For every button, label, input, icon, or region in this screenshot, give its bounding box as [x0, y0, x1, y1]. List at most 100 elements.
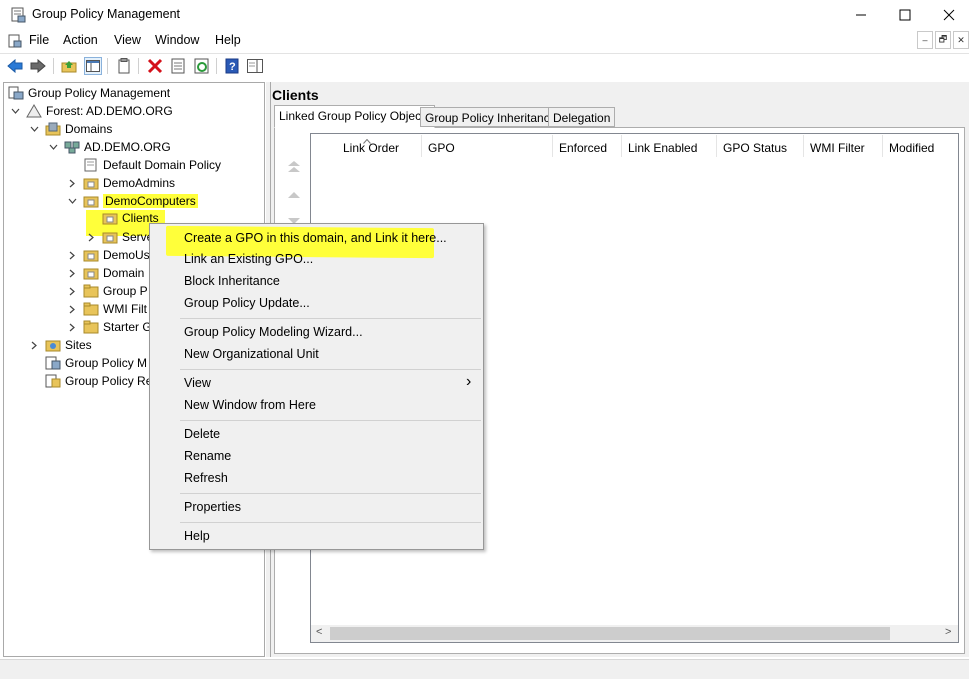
- menu-item-link-existing-gpo[interactable]: Link an Existing GPO...: [184, 252, 313, 266]
- submenu-arrow-icon: ›: [466, 373, 472, 390]
- column-divider[interactable]: [552, 135, 553, 157]
- chevron-down-icon[interactable]: [48, 142, 58, 152]
- tree-item-gpm-root[interactable]: Group Policy Management: [8, 84, 170, 102]
- chevron-right-icon[interactable]: [67, 268, 77, 278]
- menu-item-rename[interactable]: Rename: [184, 449, 231, 463]
- folder-icon: [83, 320, 99, 334]
- toolbar-separator: [216, 58, 217, 74]
- refresh-icon[interactable]: [193, 57, 211, 75]
- clipboard-icon[interactable]: [115, 57, 133, 75]
- column-header-gpo-status[interactable]: GPO Status: [723, 141, 787, 155]
- column-header-wmi-filter[interactable]: WMI Filter: [810, 141, 865, 155]
- menu-item-new-window[interactable]: New Window from Here: [184, 398, 316, 412]
- maximize-button[interactable]: [882, 0, 928, 30]
- column-header-enforced[interactable]: Enforced: [559, 141, 607, 155]
- menu-view[interactable]: View: [114, 33, 141, 47]
- tree-item-sites[interactable]: Sites: [29, 336, 92, 354]
- tree-item-wmi-filters[interactable]: WMI Filt: [67, 300, 147, 318]
- chevron-right-icon[interactable]: [67, 304, 77, 314]
- mdi-close-button[interactable]: ✕: [953, 31, 969, 49]
- column-header-modified[interactable]: Modified: [889, 141, 934, 155]
- column-divider[interactable]: [882, 135, 883, 157]
- chevron-right-icon[interactable]: [67, 322, 77, 332]
- column-divider[interactable]: [621, 135, 622, 157]
- mdi-minimize-button[interactable]: –: [917, 31, 933, 49]
- chevron-right-icon[interactable]: [86, 232, 96, 242]
- tree-item-gp-results[interactable]: Group Policy Re: [45, 372, 152, 390]
- ou-folder-icon: [102, 230, 118, 244]
- tree-item-forest[interactable]: Forest: AD.DEMO.ORG: [10, 102, 173, 120]
- menu-file[interactable]: File: [29, 33, 49, 47]
- move-up-icon[interactable]: [286, 188, 302, 202]
- show-hide-console-tree-icon[interactable]: [84, 57, 102, 75]
- menu-help[interactable]: Help: [215, 33, 241, 47]
- menu-item-block-inheritance[interactable]: Block Inheritance: [184, 274, 280, 288]
- tree-item-domain[interactable]: AD.DEMO.ORG: [48, 138, 171, 156]
- menu-item-modeling-wizard[interactable]: Group Policy Modeling Wizard...: [184, 325, 363, 339]
- menu-action[interactable]: Action: [63, 33, 98, 47]
- menu-item-delete[interactable]: Delete: [184, 427, 220, 441]
- menu-item-properties[interactable]: Properties: [184, 500, 241, 514]
- move-to-top-icon[interactable]: [286, 160, 302, 174]
- gpm-app-icon: [11, 7, 26, 23]
- tree-item-default-domain-policy[interactable]: Default Domain Policy: [83, 156, 221, 174]
- scrollbar-thumb[interactable]: [330, 627, 890, 640]
- chevron-right-icon[interactable]: [67, 286, 77, 296]
- tab-delegation[interactable]: Delegation: [548, 107, 616, 127]
- mdi-restore-button[interactable]: 🗗: [935, 31, 951, 49]
- menu-window[interactable]: Window: [155, 33, 199, 47]
- properties-icon[interactable]: [169, 57, 187, 75]
- results-icon: [45, 374, 61, 388]
- chevron-right-icon[interactable]: [67, 250, 77, 260]
- back-arrow-icon[interactable]: [6, 57, 24, 75]
- up-one-level-icon[interactable]: [60, 57, 78, 75]
- domain-icon: [64, 140, 80, 154]
- scroll-right-icon[interactable]: >: [945, 626, 951, 638]
- column-header-link-order[interactable]: Link Order: [343, 141, 399, 155]
- close-button[interactable]: [926, 0, 969, 30]
- tree-label: DemoAdmins: [103, 176, 176, 190]
- tree-item-demoadmins[interactable]: DemoAdmins: [67, 174, 175, 192]
- column-header-gpo[interactable]: GPO: [428, 141, 455, 155]
- window-title: Group Policy Management: [32, 7, 180, 21]
- mmc-menu-icon[interactable]: [8, 34, 22, 48]
- chevron-right-icon[interactable]: [29, 340, 39, 350]
- chevron-right-icon[interactable]: [67, 178, 77, 188]
- tab-gp-inheritance[interactable]: Group Policy Inheritance: [420, 107, 562, 127]
- tree-label: AD.DEMO.ORG: [84, 140, 171, 154]
- chevron-down-icon[interactable]: [29, 124, 39, 134]
- context-menu: Create a GPO in this domain, and Link it…: [149, 223, 484, 550]
- modeling-icon: [45, 356, 61, 370]
- column-divider[interactable]: [716, 135, 717, 157]
- forward-arrow-icon[interactable]: [29, 57, 47, 75]
- tree-item-demousers[interactable]: DemoUs: [67, 246, 150, 264]
- chevron-down-icon[interactable]: [67, 196, 77, 206]
- scroll-left-icon[interactable]: <: [316, 626, 322, 638]
- tree-item-democomputers[interactable]: DemoComputers: [67, 192, 198, 210]
- forest-icon: [26, 104, 42, 118]
- tree-item-gp-modeling[interactable]: Group Policy M: [45, 354, 147, 372]
- ou-folder-icon: [83, 266, 99, 280]
- tab-linked-gpos[interactable]: Linked Group Policy Objects: [274, 105, 436, 128]
- show-hide-action-pane-icon[interactable]: [246, 57, 264, 75]
- tree-item-domain-controllers[interactable]: Domain: [67, 264, 144, 282]
- menu-separator: [180, 318, 481, 319]
- menu-item-help[interactable]: Help: [184, 529, 210, 543]
- column-divider[interactable]: [421, 135, 422, 157]
- help-icon[interactable]: ?: [223, 57, 241, 75]
- tree-item-servers[interactable]: Serve: [86, 228, 153, 246]
- column-divider[interactable]: [803, 135, 804, 157]
- chevron-down-icon[interactable]: [10, 106, 20, 116]
- tree-item-domains[interactable]: Domains: [29, 120, 112, 138]
- tree-item-group-policy-objects[interactable]: Group P: [67, 282, 148, 300]
- menu-item-gp-update[interactable]: Group Policy Update...: [184, 296, 310, 310]
- menu-item-refresh[interactable]: Refresh: [184, 471, 228, 485]
- column-header-link-enabled[interactable]: Link Enabled: [628, 141, 697, 155]
- menu-item-new-ou[interactable]: New Organizational Unit: [184, 347, 319, 361]
- tree-item-starter-gpos[interactable]: Starter G: [67, 318, 152, 336]
- minimize-button[interactable]: [838, 0, 884, 30]
- delete-icon[interactable]: [146, 57, 164, 75]
- menu-item-create-gpo[interactable]: Create a GPO in this domain, and Link it…: [184, 231, 447, 245]
- menu-separator: [180, 522, 481, 523]
- menu-item-view[interactable]: View: [184, 376, 211, 390]
